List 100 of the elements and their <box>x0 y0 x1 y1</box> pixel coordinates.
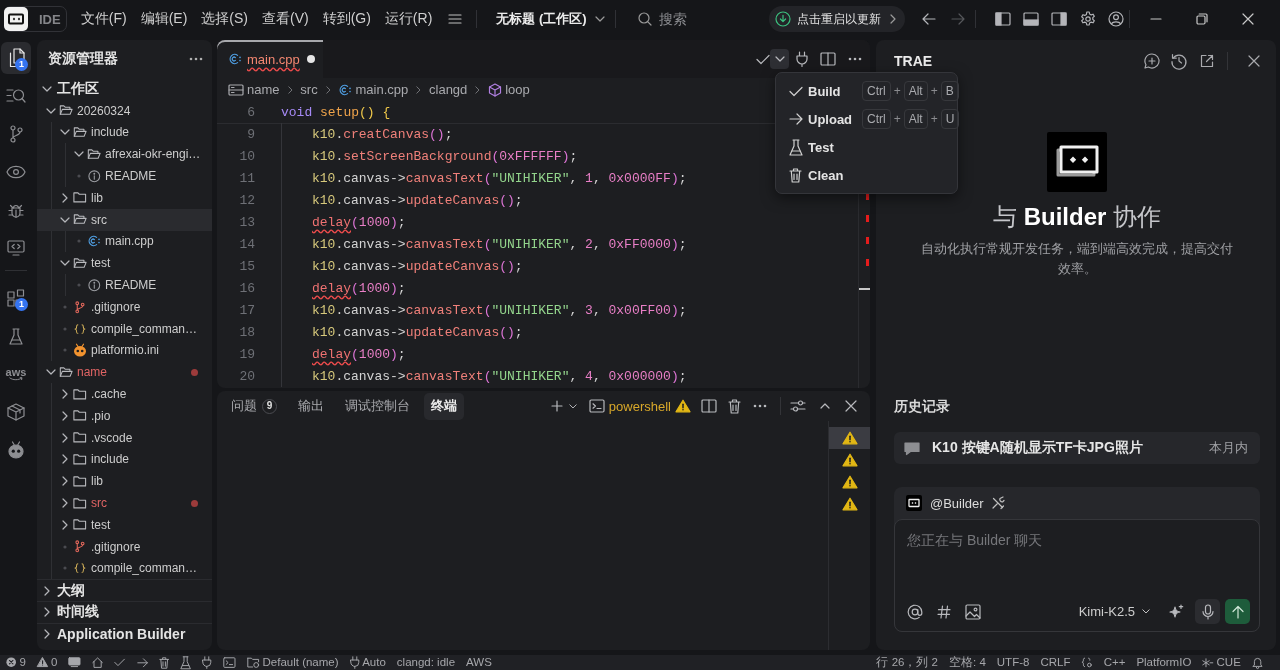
plug-icon[interactable] <box>796 51 808 67</box>
send-button[interactable] <box>1225 599 1250 624</box>
chevron-up-icon[interactable] <box>820 403 830 409</box>
pop-out-icon[interactable] <box>1200 54 1214 68</box>
trash-icon[interactable] <box>158 656 170 669</box>
model-selector[interactable]: Kimi-K2.5 <box>1078 604 1150 619</box>
menu-item[interactable]: Clean <box>776 161 957 189</box>
folder-item[interactable]: .vscode <box>37 426 212 449</box>
file-item[interactable]: .gitignore <box>37 535 212 558</box>
folder-item[interactable]: lib <box>37 470 212 493</box>
file-item[interactable]: main.cpp <box>37 230 212 253</box>
minimize-icon[interactable] <box>1150 18 1163 20</box>
status-item[interactable]: PlatformIO <box>1136 655 1192 670</box>
history-item[interactable]: K10 按键A随机显示TF卡JPG照片 本月内 <box>894 432 1260 464</box>
workspace-item[interactable]: 工作区 <box>37 78 212 100</box>
auto-status[interactable]: Auto <box>349 655 386 670</box>
check-icon[interactable] <box>756 53 770 65</box>
folder-item[interactable]: .pio <box>37 404 212 427</box>
sidebar-left-toggle-icon[interactable] <box>994 12 1011 26</box>
settings-icon[interactable] <box>1079 11 1096 27</box>
message-composer[interactable]: 您正在与 Builder 聊天 Kimi-K2.5 <box>894 519 1260 632</box>
panel-tab[interactable]: 调试控制台 <box>338 392 417 420</box>
menu-icon[interactable] <box>448 14 463 24</box>
board-icon[interactable] <box>68 657 82 668</box>
close-icon[interactable] <box>1242 13 1255 25</box>
run-options-button[interactable] <box>770 49 789 69</box>
folder-item[interactable]: 20260324 <box>37 99 212 122</box>
menu-item[interactable]: 选择(S) <box>194 5 255 33</box>
history-icon[interactable] <box>1171 53 1187 69</box>
status-item[interactable]: 空格: 4 <box>949 655 986 670</box>
restore-icon[interactable] <box>1196 13 1209 25</box>
status-item[interactable]: UTF-8 <box>996 655 1030 670</box>
sliders-icon[interactable] <box>790 400 806 412</box>
sidebar-right-toggle-icon[interactable] <box>1050 12 1067 26</box>
file-item[interactable]: README <box>37 274 212 296</box>
status-item[interactable]: AWS <box>466 655 492 670</box>
back-arrow-icon[interactable] <box>921 13 936 25</box>
panel-tab[interactable]: 终端 <box>424 392 464 420</box>
section-header[interactable]: Application Builder <box>37 622 212 645</box>
folder-item[interactable]: test <box>37 513 212 536</box>
terminal-icon[interactable] <box>222 656 236 669</box>
file-item[interactable]: compile_comman… <box>37 557 212 580</box>
aws-activity-button[interactable]: aws <box>1 358 31 390</box>
file-item[interactable]: .gitignore <box>37 295 212 318</box>
split-terminal-icon[interactable] <box>701 399 717 413</box>
folder-item[interactable]: include <box>37 448 212 471</box>
account-icon[interactable] <box>1107 11 1124 27</box>
update-button[interactable]: 点击重启以更新 <box>768 6 905 32</box>
plug-icon[interactable] <box>202 656 212 669</box>
explorer-activity-button[interactable]: 1 <box>1 42 31 74</box>
panel-tab[interactable]: 问题 9 <box>224 392 284 420</box>
panel-toggle-icon[interactable] <box>1022 12 1039 26</box>
agent-name[interactable]: @Builder <box>930 495 984 511</box>
mention-icon[interactable] <box>907 603 923 620</box>
ide-mode-button[interactable]: IDE <box>4 6 67 32</box>
file-item[interactable]: compile_comman… <box>37 317 212 340</box>
menu-item[interactable]: 运行(R) <box>377 5 440 33</box>
status-item[interactable]: C++ <box>1103 655 1126 670</box>
workspace-title-button[interactable]: 无标题 (工作区) <box>496 10 605 28</box>
folder-item[interactable]: .cache <box>37 383 212 405</box>
status-item[interactable]: CRLF <box>1040 655 1071 670</box>
warnings-status[interactable]: 0 <box>36 655 58 670</box>
section-header[interactable]: 大纲 <box>37 579 212 601</box>
breadcrumb-item[interactable]: loop <box>488 82 530 97</box>
status-item[interactable]: 行 26，列 2 <box>876 655 938 670</box>
image-icon[interactable] <box>965 603 981 620</box>
hash-icon[interactable] <box>937 604 951 619</box>
terminal-selector[interactable]: powershell <box>588 398 691 414</box>
menu-item[interactable]: 文件(F) <box>73 5 134 33</box>
close-icon[interactable] <box>1248 55 1260 67</box>
flask-icon[interactable] <box>180 655 192 670</box>
more-actions-icon[interactable] <box>753 404 767 408</box>
panel-tab[interactable]: 输出 <box>291 392 331 420</box>
breadcrumb-item[interactable]: name <box>228 82 280 97</box>
errors-status[interactable]: 9 <box>6 655 26 670</box>
trash-icon[interactable] <box>728 398 741 414</box>
home-icon[interactable] <box>92 656 104 669</box>
close-icon[interactable] <box>845 400 857 412</box>
menu-item[interactable]: Build Ctrl + Alt + B <box>776 77 957 105</box>
menu-item[interactable]: 转到(G) <box>315 5 378 33</box>
file-item[interactable]: platformio.ini <box>37 339 212 362</box>
more-actions-icon[interactable] <box>189 57 203 61</box>
search-field[interactable]: 搜索 <box>658 11 769 27</box>
voice-input-button[interactable] <box>1195 599 1220 624</box>
folder-item[interactable]: src <box>37 492 212 514</box>
folder-item[interactable]: afrexai-okr-engi… <box>37 143 212 166</box>
breadcrumb-item[interactable]: clangd <box>429 82 468 97</box>
menu-item[interactable]: 编辑(E) <box>133 5 195 33</box>
menu-item[interactable]: Test <box>776 133 957 161</box>
extensions-activity-button[interactable]: 1 <box>1 282 31 314</box>
breadcrumb-item[interactable]: main.cpp <box>338 82 409 97</box>
editor-tab[interactable]: main.cpp <box>217 40 323 78</box>
new-chat-icon[interactable] <box>1144 53 1160 69</box>
split-editor-icon[interactable] <box>820 52 836 66</box>
terminal-list-item[interactable] <box>829 427 870 449</box>
menu-item[interactable]: 查看(V) <box>254 5 316 33</box>
folder-item[interactable]: test <box>37 252 212 275</box>
folder-item[interactable]: src <box>37 208 212 231</box>
arrow-right-icon[interactable] <box>136 657 148 668</box>
folder-item[interactable]: name <box>37 361 212 384</box>
